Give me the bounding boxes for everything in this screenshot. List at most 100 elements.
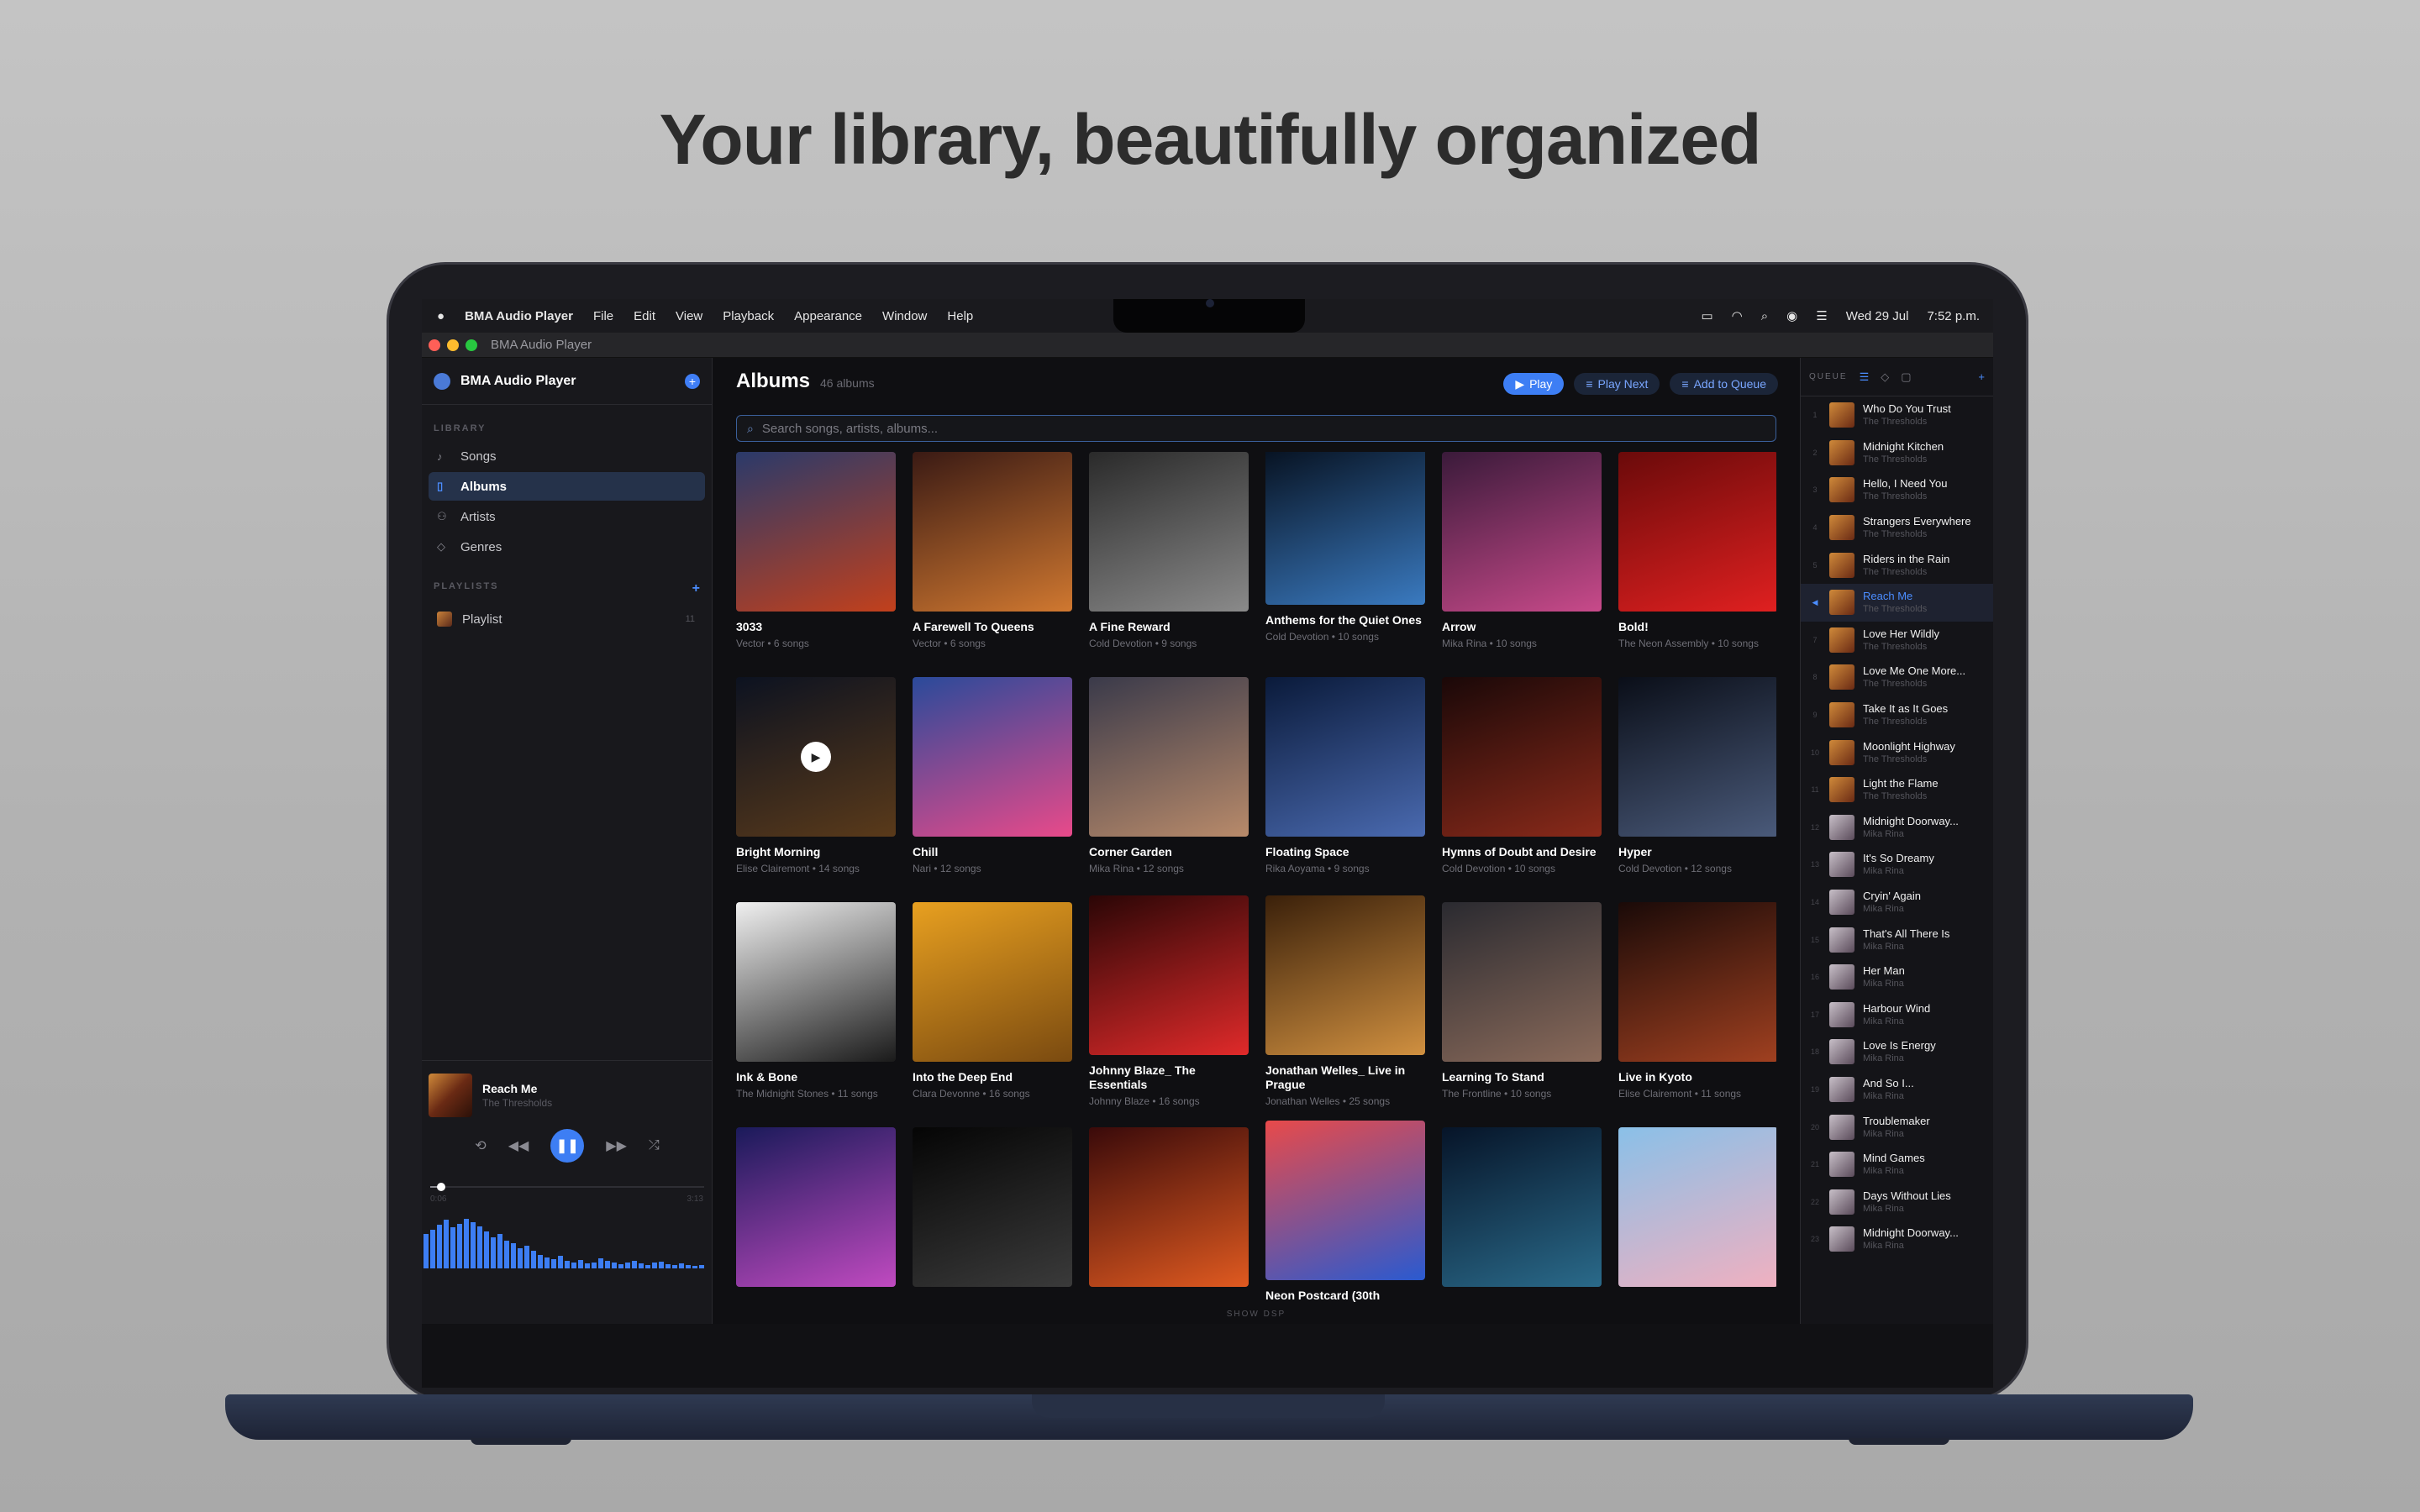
album-cover[interactable] <box>1265 452 1425 605</box>
album-card[interactable]: 3033 Vector • 6 songs <box>736 452 896 649</box>
album-cover[interactable] <box>1089 452 1249 612</box>
sidebar-item-playlist[interactable]: Playlist 11 <box>429 605 705 633</box>
search-field[interactable]: ⌕ Search songs, artists, albums... <box>736 415 1776 442</box>
menu-edit[interactable]: Edit <box>634 309 655 323</box>
album-cover[interactable] <box>1618 452 1776 612</box>
play-overlay-icon[interactable]: ▶ <box>801 742 831 772</box>
add-icon[interactable]: + <box>685 373 700 389</box>
album-cover[interactable] <box>1442 677 1602 837</box>
now-playing-artwork[interactable] <box>429 1074 472 1117</box>
queue-list-icon[interactable]: ☰ <box>1860 370 1870 384</box>
album-cover[interactable]: ▶ <box>736 677 896 837</box>
shuffle-icon[interactable]: ⤮ <box>649 1138 660 1153</box>
sidebar-item-artists[interactable]: ⚇ Artists <box>429 502 705 531</box>
queue-item[interactable]: ◀ Reach Me The Thresholds <box>1801 583 1993 622</box>
panel-icon[interactable]: ▢ <box>1901 370 1911 384</box>
album-cover[interactable] <box>1265 677 1425 837</box>
album-cover[interactable] <box>913 677 1072 837</box>
minimize-window-button[interactable] <box>447 339 459 351</box>
album-cover[interactable] <box>1442 1127 1602 1287</box>
album-card[interactable]: Neon Postcard (30th <box>1265 1121 1425 1303</box>
album-cover[interactable] <box>736 902 896 1062</box>
progress-track[interactable] <box>430 1183 704 1191</box>
queue-item[interactable]: 16 Her Man Mika Rina <box>1801 958 1993 996</box>
sidebar-item-genres[interactable]: ◇ Genres <box>429 533 705 561</box>
album-cover[interactable] <box>1265 895 1425 1055</box>
add-playlist-icon[interactable]: + <box>692 581 700 596</box>
previous-button[interactable]: ◀◀ <box>508 1137 529 1154</box>
sidebar-item-songs[interactable]: ♪ Songs <box>429 442 705 470</box>
wifi-icon[interactable]: ◠ <box>1732 308 1743 323</box>
album-card[interactable]: Learning To Stand The Frontline • 10 song… <box>1442 902 1602 1100</box>
add-to-queue-button[interactable]: ≡ Add to Queue <box>1670 373 1778 395</box>
queue-item[interactable]: 2 Midnight Kitchen The Thresholds <box>1801 434 1993 472</box>
album-cover[interactable] <box>913 1127 1072 1287</box>
queue-item[interactable]: 23 Midnight Doorway... Mika Rina <box>1801 1221 1993 1258</box>
queue-item[interactable]: 22 Days Without Lies Mika Rina <box>1801 1183 1993 1221</box>
album-cover[interactable] <box>1089 895 1249 1055</box>
album-card[interactable] <box>736 1127 896 1287</box>
control-center-icon[interactable]: ☰ <box>1816 308 1827 323</box>
queue-item[interactable]: 11 Light the Flame The Thresholds <box>1801 771 1993 809</box>
queue-item[interactable]: 3 Hello, I Need You The Thresholds <box>1801 471 1993 509</box>
menu-file[interactable]: File <box>593 309 613 323</box>
album-cover[interactable] <box>1442 902 1602 1062</box>
album-card[interactable]: Ink & Bone The Midnight Stones • 11 songs <box>736 902 896 1100</box>
close-window-button[interactable] <box>429 339 440 351</box>
queue-item[interactable]: 17 Harbour Wind Mika Rina <box>1801 996 1993 1034</box>
album-card[interactable]: Live in Kyoto Elise Clairemont • 11 songs <box>1618 902 1776 1100</box>
album-card[interactable]: Into the Deep End Clara Devonne • 16 song… <box>913 902 1072 1100</box>
album-cover[interactable] <box>1089 677 1249 837</box>
album-card[interactable] <box>913 1127 1072 1287</box>
spotlight-icon[interactable]: ⌕ <box>1761 309 1768 323</box>
album-card[interactable]: Hyper Cold Devotion • 12 songs <box>1618 677 1776 874</box>
queue-item[interactable]: 1 Who Do You Trust The Thresholds <box>1801 396 1993 434</box>
menubar-time[interactable]: 7:52 p.m. <box>1927 309 1980 323</box>
menubar-date[interactable]: Wed 29 Jul <box>1846 309 1909 323</box>
album-cover[interactable] <box>913 902 1072 1062</box>
play-next-button[interactable]: ≡ Play Next <box>1574 373 1660 395</box>
menu-app-name[interactable]: BMA Audio Player <box>465 309 573 323</box>
album-cover[interactable] <box>1089 1127 1249 1287</box>
album-cover[interactable] <box>913 452 1072 612</box>
progress-handle[interactable] <box>437 1183 446 1191</box>
album-card[interactable]: A Farewell To Queens Vector • 6 songs <box>913 452 1072 649</box>
repeat-icon[interactable]: ⟲ <box>475 1137 486 1154</box>
queue-item[interactable]: 12 Midnight Doorway... Mika Rina <box>1801 809 1993 847</box>
album-card[interactable]: Arrow Mika Rina • 10 songs <box>1442 452 1602 649</box>
album-cover[interactable] <box>1265 1121 1425 1280</box>
pause-button[interactable]: ❚❚ <box>550 1129 585 1163</box>
album-card[interactable]: Jonathan Welles_ Live in Prague Jonathan … <box>1265 895 1425 1107</box>
album-card[interactable]: Johnny Blaze_ The Essentials Johnny Blaze… <box>1089 895 1249 1107</box>
queue-item[interactable]: 5 Riders in the Rain The Thresholds <box>1801 546 1993 584</box>
zoom-window-button[interactable] <box>466 339 477 351</box>
queue-item[interactable]: 13 It's So Dreamy Mika Rina <box>1801 846 1993 884</box>
album-cover[interactable] <box>736 452 896 612</box>
album-card[interactable]: Anthems for the Quiet Ones Cold Devotion … <box>1265 452 1425 643</box>
queue-item[interactable]: 9 Take It as It Goes The Thresholds <box>1801 696 1993 734</box>
queue-item[interactable]: 21 Mind Games Mika Rina <box>1801 1146 1993 1184</box>
menu-help[interactable]: Help <box>947 309 973 323</box>
queue-item[interactable]: 4 Strangers Everywhere The Thresholds <box>1801 509 1993 547</box>
queue-item[interactable]: 10 Moonlight Highway The Thresholds <box>1801 733 1993 771</box>
play-button[interactable]: ▶ Play <box>1503 373 1565 395</box>
album-cover[interactable] <box>1618 1127 1776 1287</box>
queue-item[interactable]: 20 Troublemaker Mika Rina <box>1801 1108 1993 1146</box>
battery-icon[interactable]: ▭ <box>1701 308 1712 323</box>
menu-appearance[interactable]: Appearance <box>794 309 862 323</box>
apple-menu-icon[interactable]: ● <box>437 309 445 323</box>
album-card[interactable]: Bold! The Neon Assembly • 10 songs <box>1618 452 1776 649</box>
album-cover[interactable] <box>736 1127 896 1287</box>
queue-item[interactable]: 8 Love Me One More... The Thresholds <box>1801 659 1993 696</box>
tag-icon[interactable]: ◇ <box>1881 370 1889 384</box>
menu-window[interactable]: Window <box>882 309 927 323</box>
next-button[interactable]: ▶▶ <box>606 1137 627 1154</box>
queue-item[interactable]: 14 Cryin' Again Mika Rina <box>1801 884 1993 921</box>
album-card[interactable] <box>1442 1127 1602 1287</box>
siri-icon[interactable]: ◉ <box>1786 308 1797 323</box>
album-cover[interactable] <box>1618 902 1776 1062</box>
queue-item[interactable]: 15 That's All There Is Mika Rina <box>1801 921 1993 958</box>
show-dsp-toggle[interactable]: SHOW DSP <box>713 1310 1800 1319</box>
album-card[interactable]: Corner Garden Mika Rina • 12 songs <box>1089 677 1249 874</box>
add-icon[interactable]: + <box>1978 370 1985 383</box>
